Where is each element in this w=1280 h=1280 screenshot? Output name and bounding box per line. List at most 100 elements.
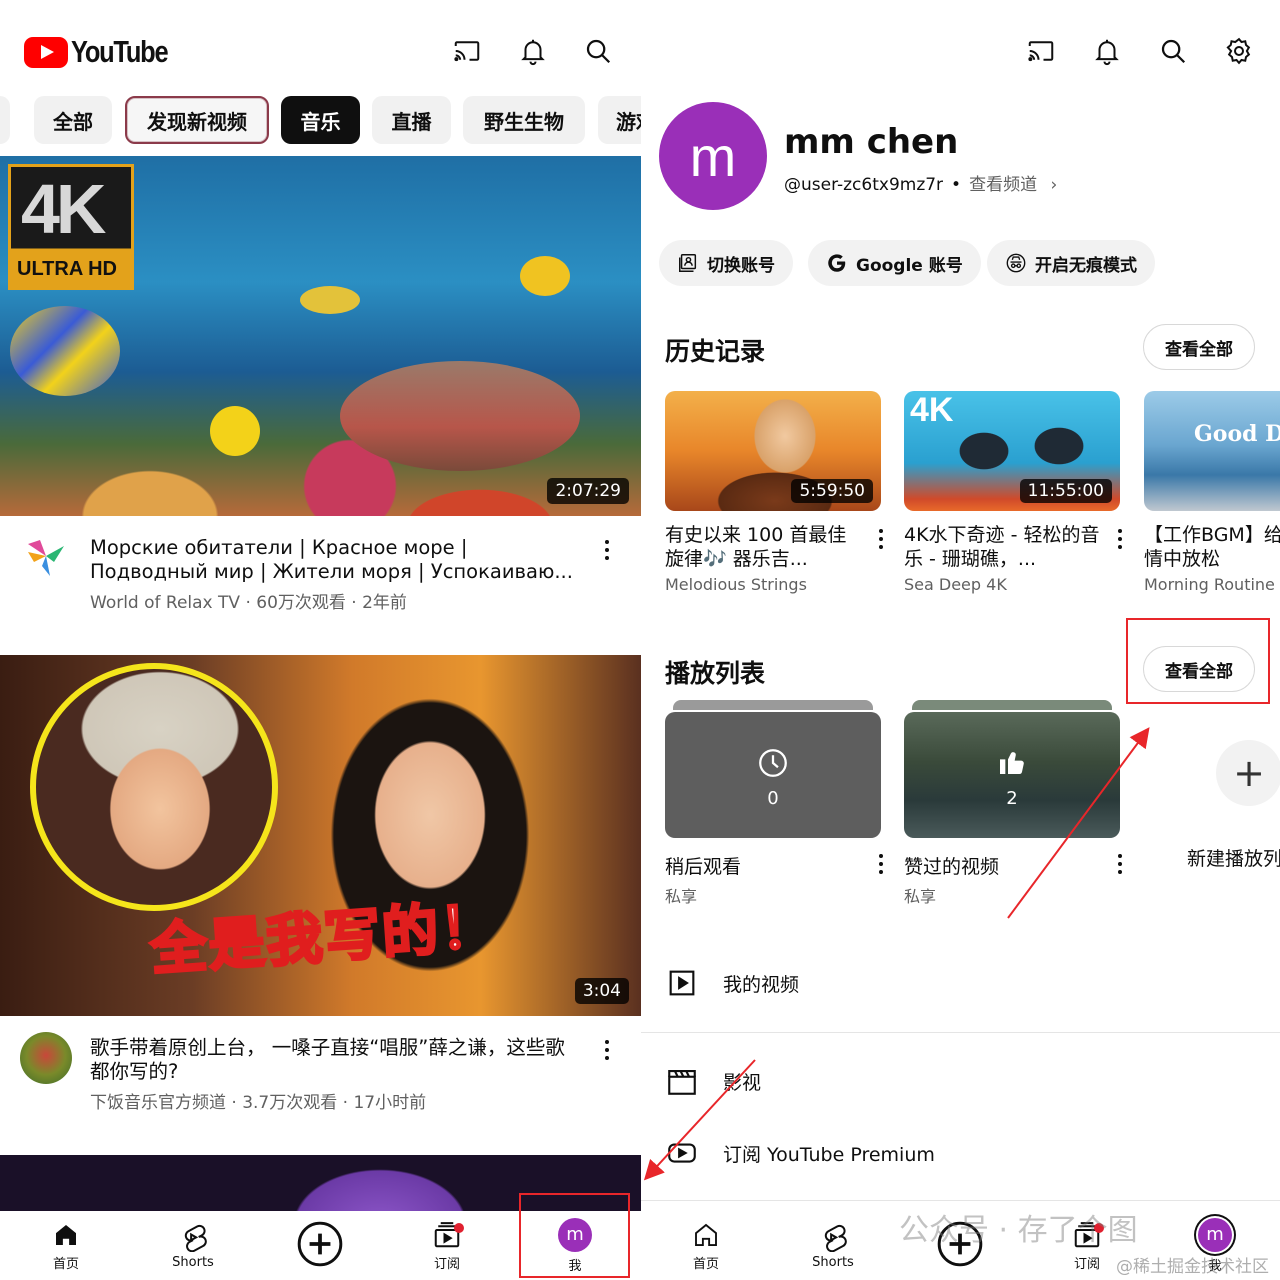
new-playlist-button[interactable]: + (1216, 740, 1280, 806)
search-icon[interactable] (1155, 33, 1191, 69)
home-icon (695, 1223, 717, 1246)
home-screen: YouTube 全部 发现新视频 音乐 直播 野生生物 游戏 4K ULTRA … (0, 0, 641, 1280)
chip-music[interactable]: 音乐 (281, 96, 360, 144)
playlist-title: 稍后观看 (665, 856, 742, 878)
playlist-thumbnail: 2 (904, 712, 1120, 838)
more-options-icon[interactable] (1116, 854, 1124, 874)
nav-create[interactable] (270, 1211, 370, 1280)
youtube-logo[interactable]: YouTube (24, 34, 189, 70)
notification-dot (454, 1223, 464, 1233)
nav-subscriptions-label: 订阅 (433, 1256, 460, 1272)
history-item-channel: Morning Routine (1144, 575, 1275, 594)
history-thumbnail: 5:59:50 (665, 391, 881, 511)
video-duration: 2:07:29 (547, 478, 629, 504)
fish-shape (340, 361, 580, 471)
playlist-count: 0 (767, 788, 779, 809)
play-square-icon (669, 970, 695, 996)
history-thumbnail: Good D (1144, 391, 1280, 511)
youtube-outline-icon (668, 1143, 696, 1163)
google-account-label: Google 账号 (856, 255, 963, 276)
chip-gaming[interactable]: 游戏 (598, 96, 641, 144)
avatar: m (1198, 1217, 1232, 1252)
channel-avatar[interactable] (20, 1032, 72, 1084)
fish-shape (10, 306, 120, 396)
history-item-title: 4K水下奇迹 - 轻松的音乐 - 珊瑚礁，... (904, 524, 1100, 570)
history-item[interactable]: 5:59:50 有史以来 100 首最佳旋律🎶 器乐吉... Melodious… (665, 391, 883, 594)
chip-discover[interactable]: 发现新视频 (125, 96, 269, 144)
more-options-icon[interactable] (603, 540, 611, 560)
nav-home[interactable]: 首页 (656, 1211, 756, 1280)
more-options-icon[interactable] (1116, 529, 1124, 549)
nav-shorts-label: Shorts (172, 1254, 214, 1270)
annotation-box (519, 1193, 630, 1278)
history-item[interactable]: Good D 【工作BGM】给清爽心情中放松 Morning Routine (1144, 391, 1280, 594)
video-duration: 3:04 (574, 978, 629, 1004)
playlist-privacy: 私享 (904, 887, 937, 906)
video-title[interactable]: 歌手带着原创上台， 一嗓子直接“唱服”薛之谦，这些歌都你写的? (90, 1036, 580, 1084)
history-view-all-button[interactable]: 查看全部 (1143, 324, 1255, 370)
video-duration: 5:59:50 (791, 479, 873, 503)
my-videos-row[interactable]: 我的视频 (665, 963, 799, 1003)
channel-avatar[interactable] (20, 532, 72, 584)
nav-shorts[interactable]: Shorts (143, 1211, 243, 1280)
incognito-button[interactable]: 开启无痕模式 (987, 240, 1155, 286)
bell-icon[interactable] (1089, 33, 1125, 69)
bell-icon[interactable] (515, 33, 551, 69)
profile-handle-row[interactable]: @user-zc6tx9mz7r • 查看频道 › (784, 170, 1057, 195)
cast-icon[interactable] (449, 33, 485, 69)
google-account-button[interactable]: Google 账号 (808, 240, 981, 286)
google-g-icon (828, 254, 846, 272)
history-item[interactable]: 4K 11:55:00 4K水下奇迹 - 轻松的音乐 - 珊瑚礁，... Sea… (904, 391, 1122, 594)
nav-home-label: 首页 (52, 1256, 79, 1272)
fish-shape (300, 286, 360, 314)
gear-icon[interactable] (1221, 33, 1257, 69)
youtube-premium-row[interactable]: 订阅 YouTube Premium (665, 1133, 935, 1173)
history-heading: 历史记录 (665, 337, 766, 366)
shorts-icon (824, 1224, 847, 1252)
cast-icon[interactable] (1023, 33, 1059, 69)
chip-all[interactable]: 全部 (34, 96, 112, 144)
movies-row[interactable]: 影视 (665, 1061, 761, 1101)
nav-home[interactable]: 首页 (16, 1211, 116, 1280)
nav-shorts[interactable]: Shorts (783, 1211, 883, 1280)
playlist-watch-later[interactable]: 0 稍后观看 私享 (665, 700, 883, 907)
clapperboard-icon (668, 1070, 696, 1095)
video-title[interactable]: Морские обитатели | Красное море | Подво… (90, 536, 580, 584)
avatar[interactable]: m (659, 102, 767, 210)
separator-dot: • (951, 175, 962, 195)
more-options-icon[interactable] (603, 1040, 611, 1060)
youtube-play-icon (24, 36, 68, 68)
playlist-thumbnail: 0 (665, 712, 881, 838)
playlist-privacy: 私享 (665, 887, 698, 906)
chip-live[interactable]: 直播 (372, 96, 451, 144)
my-videos-label: 我的视频 (723, 973, 800, 996)
video-meta[interactable]: 歌手带着原创上台， 一嗓子直接“唱服”薛之谦，这些歌都你写的? 下饭音乐官方频道… (0, 1018, 641, 1138)
more-options-icon[interactable] (877, 854, 885, 874)
chip-explore-edge[interactable] (0, 96, 10, 144)
watermark: @稀土掘金技术社区 (1116, 1257, 1269, 1277)
playlist-stack (673, 700, 873, 710)
switch-account-icon (679, 254, 697, 272)
search-icon[interactable] (580, 33, 616, 69)
playlist-liked-videos[interactable]: 2 赞过的视频 私享 (904, 700, 1122, 907)
inset-portrait (30, 663, 278, 911)
video-meta[interactable]: Морские обитатели | Красное море | Подво… (0, 518, 641, 638)
clock-icon (665, 746, 881, 780)
video-thumbnail[interactable]: 4K ULTRA HD 2:07:29 (0, 156, 641, 516)
playlists-heading: 播放列表 (665, 659, 766, 688)
nav-subscriptions[interactable]: 订阅 (397, 1211, 497, 1280)
new-playlist-label[interactable]: 新建播放列表 (1187, 844, 1280, 871)
video-duration: 11:55:00 (1019, 479, 1112, 503)
chip-wildlife[interactable]: 野生生物 (463, 96, 585, 144)
incognito-label: 开启无痕模式 (1035, 255, 1137, 276)
thumbs-up-icon (904, 746, 1120, 778)
switch-account-button[interactable]: 切换账号 (659, 240, 793, 286)
history-item-title: 【工作BGM】给清爽心情中放松 (1144, 524, 1280, 570)
more-options-icon[interactable] (877, 529, 885, 549)
nav-shorts-label: Shorts (812, 1254, 854, 1270)
view-channel-link[interactable]: 查看频道 (969, 175, 1037, 195)
history-item-channel: Sea Deep 4K (904, 575, 1007, 594)
profile-handle: @user-zc6tx9mz7r (784, 175, 944, 195)
video-thumbnail[interactable]: 全是我写的！ 3:04 (0, 655, 641, 1016)
history-item-channel: Melodious Strings (665, 575, 807, 594)
